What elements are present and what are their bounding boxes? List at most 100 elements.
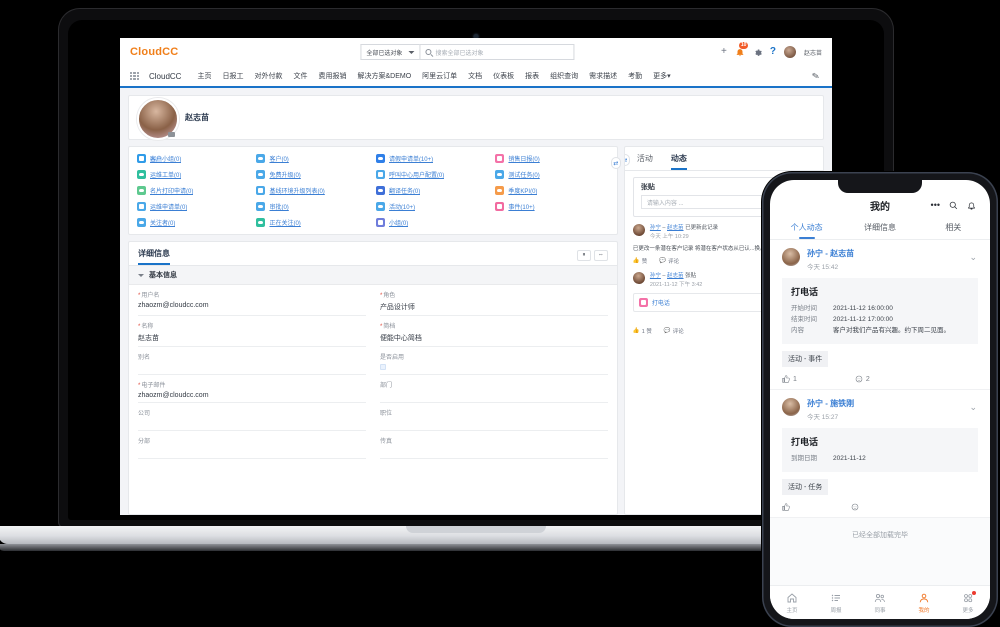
feed-card-author[interactable]: 孙宁 - 赵志苗 [807,248,854,259]
feed-target[interactable]: 赵志苗 [667,273,684,279]
field-checkbox[interactable] [379,364,386,370]
avatar[interactable] [632,272,645,285]
quick-link[interactable]: 运维申请单(0) [137,202,250,211]
nav-item-0[interactable]: 主页 [197,71,211,81]
form-field[interactable]: *名称 赵志苗 [138,316,366,347]
quick-link[interactable]: 请假申请单(10+) [375,154,489,163]
pause-button[interactable]: ⏸ [576,249,591,261]
comment-button[interactable]: 2 [855,375,870,383]
feed-card[interactable]: 孙宁 - 施铁刚 今天 15:27 ⌄ 打电话 到期日期 2021-11-12 活动 - 任… [770,390,990,519]
form-field[interactable]: *角色 产品设计师 [379,285,608,316]
phone-nav-item[interactable]: 更多 [946,586,990,619]
comment-button[interactable]: 💬 评论 [664,327,684,335]
quick-link[interactable]: 事件(10+) [495,202,608,211]
quick-link[interactable]: 活动(10+) [375,202,489,211]
app-launcher-icon[interactable] [130,71,139,81]
phone-nav-item[interactable]: 主页 [770,586,814,619]
nav-item-13[interactable]: 更多▾ [653,71,671,81]
form-field[interactable]: 分部 [138,431,366,459]
quick-link[interactable]: 呼叫中心用户配置(0) [375,170,489,179]
form-field[interactable]: *电子邮件 zhaozm@cloudcc.com [138,375,366,403]
nav-item-6[interactable]: 阿里云订单 [422,71,457,81]
quick-link[interactable]: 客户(0) [256,154,369,163]
nav-item-9[interactable]: 报表 [525,71,539,81]
tab-related[interactable]: 相关 [917,217,990,239]
nav-item-5[interactable]: 解决方案&DEMO [357,71,411,81]
search-icon[interactable] [949,201,958,210]
nav-item-2[interactable]: 对外付款 [254,71,282,81]
form-field[interactable]: *简档 便能中心简档 [379,316,608,347]
panel-resize-handle-left[interactable]: ⇄ [610,157,621,169]
avatar[interactable] [783,46,796,58]
search-scope-select[interactable]: 全部已选对象 [360,44,420,60]
notifications-button[interactable]: 10 [735,42,749,57]
bell-icon[interactable] [967,201,976,210]
tab-personal-feed[interactable]: 个人动态 [770,217,843,239]
comment-button[interactable] [851,503,862,511]
nav-item-11[interactable]: 需求描述 [589,71,617,81]
avatar[interactable] [782,248,800,266]
chevron-down-icon[interactable]: ⌄ [969,252,977,263]
field-label: 是否启用 [379,355,404,361]
comment-button[interactable]: 💬 评论 [659,257,679,265]
tab-detail-info[interactable]: 详细信息 [843,217,916,239]
phone-nav-item[interactable]: 同事 [858,586,902,619]
feed-author[interactable]: 孙宁 [650,273,661,279]
tab-detail-info[interactable]: 详细信息 [138,248,170,265]
nav-item-12[interactable]: 考勤 [628,71,642,81]
more-icon[interactable]: ••• [931,200,940,210]
like-button[interactable]: 👍 赞 [633,257,647,265]
feed-card-author[interactable]: 孙宁 - 施铁刚 [807,398,854,409]
form-field[interactable]: 传真 [379,431,608,459]
form-field[interactable]: 是否启用 [379,347,608,375]
nav-item-4[interactable]: 费用报销 [318,71,346,81]
feed-target[interactable]: 赵志苗 [667,225,684,231]
nav-item-8[interactable]: 仪表板 [493,71,514,81]
form-field[interactable]: 别名 [138,347,366,375]
quick-link[interactable]: 免费升级(0) [256,170,369,179]
nav-item-3[interactable]: 文件 [293,71,307,81]
required-marker: * [138,293,141,299]
quick-link[interactable]: 审批(0) [256,202,369,211]
section-basic-info[interactable]: 基本信息 [129,266,617,285]
like-button[interactable]: 👍 1 赞 [633,327,652,335]
add-button[interactable]: + [721,47,727,57]
like-button[interactable] [782,503,793,511]
quick-link[interactable]: 翻译任务(0) [375,186,489,195]
help-button[interactable]: ? [770,47,776,57]
quick-link[interactable]: 季度KPI(0) [495,186,608,195]
quick-link[interactable]: 名片打印申请(0) [137,186,250,195]
form-field[interactable]: *用户名 zhaozm@cloudcc.com [138,285,366,316]
form-field[interactable]: 部门 [379,375,608,403]
tab-activity[interactable]: 活动 [637,153,653,170]
nav-item-10[interactable]: 组织查询 [550,71,578,81]
nav-item-7[interactable]: 文档 [468,71,482,81]
quick-link[interactable]: 测试任务(0) [495,170,608,179]
avatar[interactable] [782,398,800,417]
quick-link[interactable]: 正在关注(0) [256,218,369,227]
chevron-down-icon[interactable]: ⌄ [969,402,977,413]
quick-link[interactable]: 小组(0) [375,218,489,227]
feed-card[interactable]: 孙宁 - 赵志苗 今天 15:42 ⌄ 打电话 开始时间 2021-11-12 16:00… [770,240,990,391]
phone-bottom-nav: 主页 周报 同事 我的 更多 [770,585,990,619]
phone-nav-item[interactable]: 周报 [814,586,858,619]
quick-link[interactable]: 客户小组(0) [137,154,250,163]
edit-pencil-icon[interactable]: ✎ [812,70,821,82]
expand-button[interactable]: ⇔ [593,249,608,261]
form-field[interactable]: 公司 [138,403,366,431]
field-label: *角色 [379,293,396,299]
search-input[interactable]: 搜索全部已选对象 [419,44,575,60]
phone-nav-item[interactable]: 我的 [902,586,946,619]
gear-icon[interactable] [753,48,762,57]
feed-author[interactable]: 孙宁 [650,225,661,231]
nav-item-1[interactable]: 日报工 [222,71,243,81]
quick-link[interactable]: 销售日报(0) [495,154,608,163]
like-button[interactable]: 1 [782,375,797,383]
profile-avatar[interactable] [137,98,179,140]
quick-link[interactable]: 运维工单(0) [137,170,250,179]
quick-link[interactable]: 关注者(0) [137,218,250,227]
quick-link[interactable]: 基线环境升级列表(0) [256,186,369,195]
form-field[interactable]: 职位 [379,403,608,431]
tab-updates[interactable]: 动态 [670,153,687,170]
avatar[interactable] [632,224,645,236]
